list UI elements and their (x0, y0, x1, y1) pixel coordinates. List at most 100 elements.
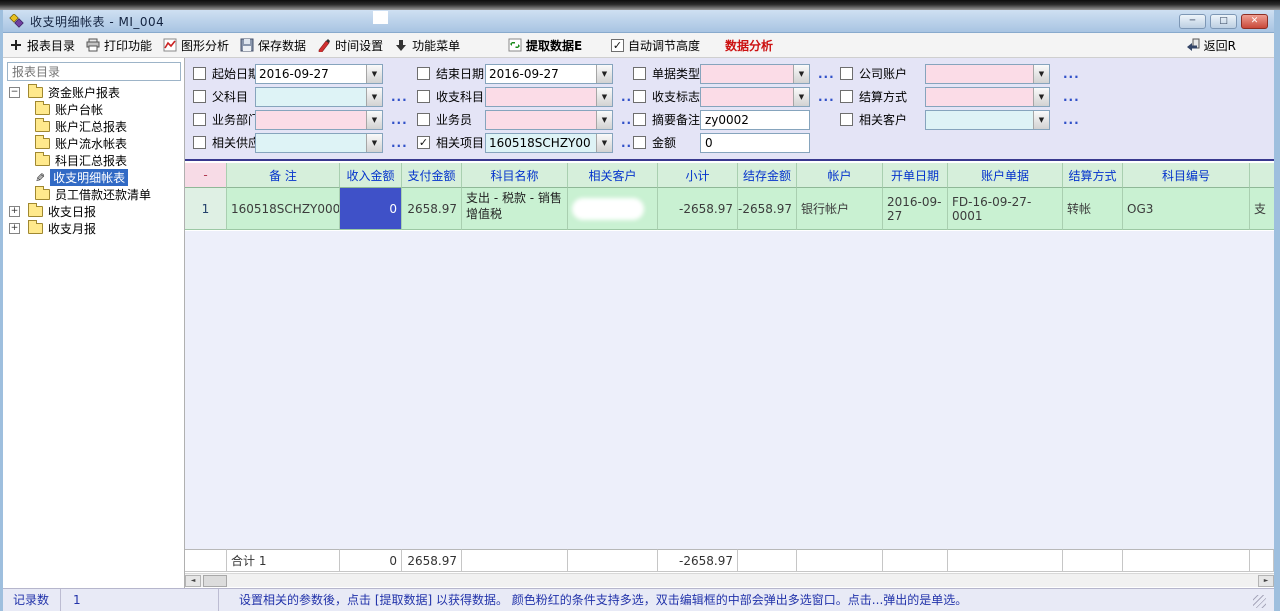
memo-input[interactable]: zy0002 (700, 110, 810, 130)
inout-flag-select[interactable]: ▼ (700, 87, 810, 107)
chevron-down-icon[interactable]: ▼ (366, 111, 382, 129)
doc-type-more-button[interactable]: ... (818, 64, 835, 84)
grid-header-selector[interactable]: - (185, 163, 227, 188)
project-select[interactable]: 160518SCHZY00 ▼ (485, 133, 613, 153)
chevron-down-icon[interactable]: ▼ (1033, 111, 1049, 129)
auto-height-checkbox[interactable]: ✓ 自动调节高度 (611, 37, 700, 54)
memo-checkbox[interactable] (633, 113, 646, 126)
expand-icon[interactable]: + (9, 223, 20, 234)
data-analysis-button[interactable]: 数据分析 (725, 37, 773, 54)
dept-checkbox[interactable] (193, 113, 206, 126)
resize-grip[interactable] (1253, 595, 1266, 608)
doc-type-select[interactable]: ▼ (700, 64, 810, 84)
tree-root-inout-daily[interactable]: + 收支日报 (3, 203, 185, 220)
cell-date[interactable]: 2016-09-27 (883, 188, 948, 230)
chevron-down-icon[interactable]: ▼ (366, 134, 382, 152)
amount-input[interactable]: 0 (700, 133, 810, 153)
grid-header-income[interactable]: 收入金额 (340, 163, 402, 188)
cell-subtotal[interactable]: -2658.97 (658, 188, 738, 230)
scroll-left-button[interactable]: ◄ (185, 575, 201, 587)
salesman-checkbox[interactable] (417, 113, 430, 126)
tree-item-account-flow[interactable]: 账户流水帐表 (3, 135, 185, 152)
company-account-checkbox[interactable] (840, 67, 853, 80)
tree-item-inout-detail-selected[interactable]: ✎ 收支明细帐表 (3, 169, 185, 186)
cell-balance[interactable]: -2658.97 (738, 188, 797, 230)
extract-data-button[interactable]: 提取数据E (508, 37, 582, 54)
chevron-down-icon[interactable]: ▼ (1033, 65, 1049, 83)
grid-header-balance[interactable]: 结存金额 (738, 163, 797, 188)
start-date-select[interactable]: 2016-09-27 ▼ (255, 64, 383, 84)
settle-method-more-button[interactable]: ... (1063, 87, 1080, 107)
company-account-select[interactable]: ▼ (925, 64, 1050, 84)
cell-doc-no[interactable]: FD-16-09-27-0001 (948, 188, 1063, 230)
tree-item-subject-summary[interactable]: 科目汇总报表 (3, 152, 185, 169)
chevron-down-icon[interactable]: ▼ (596, 88, 612, 106)
salesman-select[interactable]: ▼ (485, 110, 613, 130)
settle-method-checkbox[interactable] (840, 90, 853, 103)
customer-more-button[interactable]: ... (1063, 110, 1080, 130)
scroll-right-button[interactable]: ► (1258, 575, 1274, 587)
save-data-button[interactable]: 保存数据 (240, 37, 306, 54)
tree-item-employee-loan-list[interactable]: 员工借款还款清单 (3, 186, 185, 203)
parent-subject-checkbox[interactable] (193, 90, 206, 103)
expand-icon[interactable]: + (9, 206, 20, 217)
maximize-button[interactable]: □ (1210, 14, 1237, 29)
chevron-down-icon[interactable]: ▼ (596, 111, 612, 129)
inout-flag-more-button[interactable]: ... (818, 87, 835, 107)
start-date-checkbox[interactable] (193, 67, 206, 80)
collapse-icon[interactable]: − (9, 87, 20, 98)
grid-header-settle[interactable]: 结算方式 (1063, 163, 1123, 188)
tree-item-account-ledger[interactable]: 账户台帐 (3, 101, 185, 118)
chevron-down-icon[interactable]: ▼ (596, 134, 612, 152)
customer-select[interactable]: ▼ (925, 110, 1050, 130)
cell-settle[interactable]: 转帐 (1063, 188, 1123, 230)
inout-subject-select[interactable]: ▼ (485, 87, 613, 107)
horizontal-scrollbar[interactable]: ◄ ► (185, 573, 1274, 587)
grid-header-customer[interactable]: 相关客户 (568, 163, 658, 188)
minimize-button[interactable]: ─ (1179, 14, 1206, 29)
cell-memo[interactable]: 160518SCHZY0007 (227, 188, 340, 230)
tree-search-input[interactable] (7, 62, 181, 81)
grid-header-payment[interactable]: 支付金额 (402, 163, 462, 188)
grid-header-subject[interactable]: 科目名称 (462, 163, 568, 188)
cell-subject-code[interactable]: OG3 (1123, 188, 1250, 230)
cell-income-selected[interactable]: 0 (340, 188, 402, 230)
print-button[interactable]: 打印功能 (86, 37, 152, 54)
end-date-checkbox[interactable] (417, 67, 430, 80)
supplier-more-button[interactable]: ... (391, 133, 408, 153)
customer-checkbox[interactable] (840, 113, 853, 126)
grid-header-subject-code[interactable]: 科目编号 (1123, 163, 1250, 188)
cell-account[interactable]: 银行帐户 (797, 188, 883, 230)
close-button[interactable]: ✕ (1241, 14, 1268, 29)
supplier-checkbox[interactable] (193, 136, 206, 149)
grid-header-account[interactable]: 帐户 (797, 163, 883, 188)
settle-method-select[interactable]: ▼ (925, 87, 1050, 107)
project-checkbox-checked[interactable]: ✓ (417, 136, 430, 149)
parent-subject-more-button[interactable]: ... (391, 87, 408, 107)
doc-type-checkbox[interactable] (633, 67, 646, 80)
chart-analysis-button[interactable]: 图形分析 (163, 37, 229, 54)
chevron-down-icon[interactable]: ▼ (793, 88, 809, 106)
chevron-down-icon[interactable]: ▼ (366, 88, 382, 106)
time-settings-button[interactable]: 时间设置 (317, 37, 383, 54)
report-directory-button[interactable]: 报表目录 (9, 37, 75, 54)
grid-header-subtotal[interactable]: 小计 (658, 163, 738, 188)
back-button[interactable]: 返回R (1186, 37, 1236, 54)
cell-row-index[interactable]: 1 (185, 188, 227, 230)
cell-payment[interactable]: 2658.97 (402, 188, 462, 230)
tree-item-account-summary[interactable]: 账户汇总报表 (3, 118, 185, 135)
parent-subject-select[interactable]: ▼ (255, 87, 383, 107)
cell-extra[interactable]: 支 (1250, 188, 1274, 230)
function-menu-button[interactable]: 功能菜单 (394, 37, 460, 54)
chevron-down-icon[interactable]: ▼ (793, 65, 809, 83)
chevron-down-icon[interactable]: ▼ (366, 65, 382, 83)
title-bar[interactable]: 收支明细帐表 - MI_004 ─ □ ✕ (3, 10, 1274, 33)
company-account-more-button[interactable]: ... (1063, 64, 1080, 84)
scrollbar-thumb[interactable] (203, 575, 227, 587)
tree-root-inout-monthly[interactable]: + 收支月报 (3, 220, 185, 237)
supplier-select[interactable]: ▼ (255, 133, 383, 153)
grid-header-date[interactable]: 开单日期 (883, 163, 948, 188)
amount-checkbox[interactable] (633, 136, 646, 149)
inout-subject-checkbox[interactable] (417, 90, 430, 103)
table-row[interactable]: 1 160518SCHZY0007 0 2658.97 支出 - 税款 - 销售… (185, 188, 1274, 230)
